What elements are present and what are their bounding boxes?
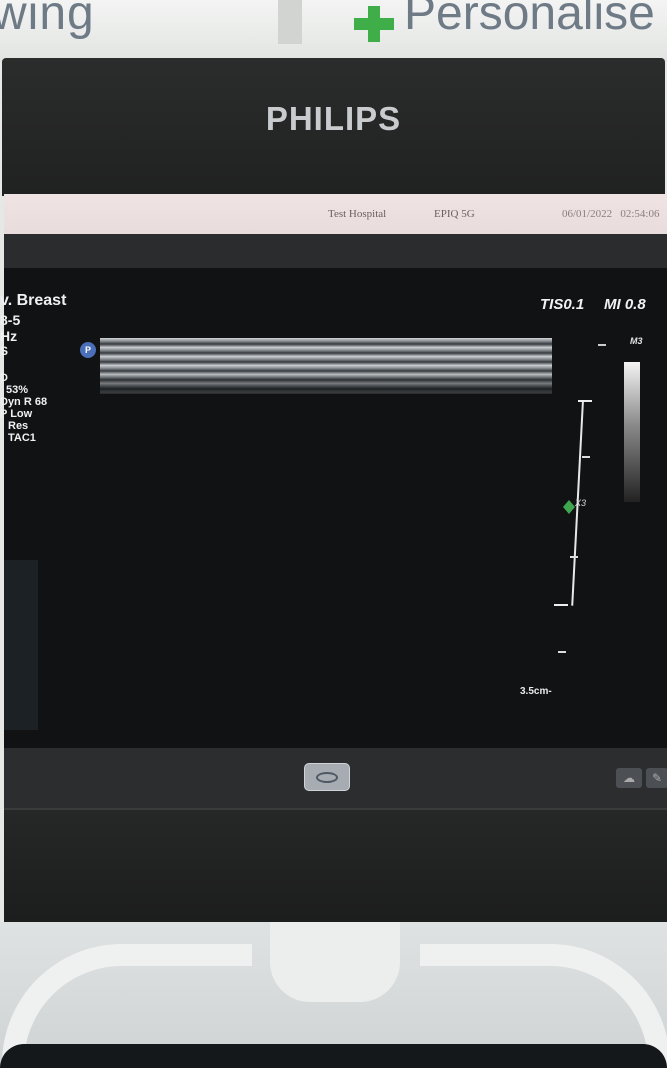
cloud-icon: ☁ bbox=[623, 771, 635, 785]
depth-tick bbox=[582, 456, 590, 458]
system-model: EPIQ 5G bbox=[434, 208, 475, 220]
depth-value: 3.5cm bbox=[520, 686, 549, 697]
screen-left-panel bbox=[4, 560, 38, 730]
freeze-button[interactable] bbox=[304, 763, 350, 791]
probe-orientation-marker: P bbox=[80, 342, 96, 358]
brand-logo: PHILIPS bbox=[265, 100, 402, 137]
wall-divider bbox=[278, 0, 302, 44]
gain-label: 53% bbox=[6, 384, 29, 396]
plus-cross-icon bbox=[354, 6, 394, 42]
depth-tick bbox=[558, 651, 566, 653]
console-edge bbox=[0, 1044, 667, 1068]
date-text: 06/01/2022 bbox=[562, 208, 613, 220]
focus-marker-icon[interactable] bbox=[563, 500, 575, 514]
tac-label: TAC1 bbox=[8, 432, 36, 444]
wrench-icon: ✎ bbox=[651, 771, 663, 785]
mechanical-index: MI 0.8 bbox=[604, 296, 646, 313]
oval-icon bbox=[316, 771, 338, 783]
gray-map-name: M3 bbox=[630, 336, 643, 346]
grayscale-bar bbox=[624, 362, 640, 502]
depth-tick bbox=[570, 556, 578, 558]
frequency-label: Hz bbox=[0, 328, 18, 344]
focus-label: X3 bbox=[575, 498, 587, 508]
resolution-label: Res bbox=[8, 420, 29, 432]
monitor-bezel-bottom bbox=[4, 808, 667, 922]
depth-scale-bottom-cap bbox=[554, 604, 568, 606]
screen-header-band bbox=[4, 234, 667, 270]
map-tick bbox=[598, 344, 606, 346]
mode-label: S bbox=[0, 344, 9, 358]
probe-label: 8-5 bbox=[0, 312, 21, 328]
wall-text-right: Personalise bbox=[404, 0, 655, 40]
time-text: 02:54:06 bbox=[620, 208, 660, 220]
cloud-button[interactable]: ☁ bbox=[616, 768, 642, 788]
image-fade bbox=[100, 372, 552, 398]
monitor-stand bbox=[270, 922, 400, 1002]
wall-text-left: wing bbox=[0, 0, 95, 40]
dynamic-range-label: Dyn R 68 bbox=[0, 396, 48, 408]
depth-scale-top-cap bbox=[578, 400, 592, 402]
hospital-name: Test Hospital bbox=[328, 208, 387, 220]
thermal-index: TIS0.1 bbox=[540, 296, 585, 313]
date-time: 06/01/2022 02:54:06 bbox=[562, 208, 660, 220]
preset-label: v. Breast bbox=[0, 292, 67, 309]
power-label: P Low bbox=[0, 408, 33, 420]
tool-button[interactable]: ✎ bbox=[646, 768, 667, 788]
param-line: D bbox=[0, 372, 8, 384]
depth-readout: 3.5cm- bbox=[520, 686, 552, 697]
